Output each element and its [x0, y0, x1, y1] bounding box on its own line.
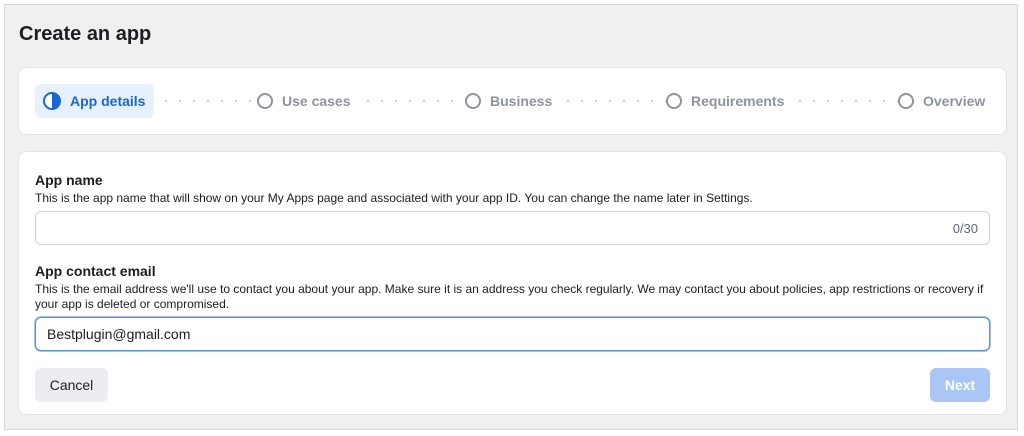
empty-circle-icon [465, 93, 481, 109]
empty-circle-icon [666, 93, 682, 109]
next-button[interactable]: Next [930, 368, 990, 402]
step-label: Requirements [691, 93, 785, 109]
half-filled-circle-icon [43, 92, 61, 110]
step-label: Use cases [282, 93, 351, 109]
contact-email-input[interactable]: Bestplugin@gmail.com [35, 317, 990, 351]
step-label: App details [70, 93, 146, 109]
step-label: Overview [923, 93, 986, 109]
step-use-cases[interactable]: Use cases [257, 84, 351, 118]
step-business[interactable]: Business [465, 84, 552, 118]
step-app-details[interactable]: App details [35, 84, 155, 118]
step-requirements[interactable]: Requirements [666, 84, 784, 118]
contact-email-label: App contact email [35, 263, 156, 279]
app-name-input[interactable]: 0/30 [35, 211, 990, 245]
app-name-help: This is the app name that will show on y… [35, 191, 753, 205]
app-details-form: App name This is the app name that will … [18, 151, 1007, 415]
step-label: Business [490, 93, 553, 109]
step-overview[interactable]: Overview [898, 84, 985, 118]
cancel-button[interactable]: Cancel [35, 368, 108, 402]
character-counter: 0/30 [952, 221, 978, 236]
empty-circle-icon [898, 93, 914, 109]
step-connector [793, 100, 899, 102]
contact-email-value: Bestplugin@gmail.com [47, 326, 191, 342]
stepper: App details Use cases Business Requireme… [18, 67, 1007, 135]
empty-circle-icon [257, 93, 273, 109]
page-title: Create an app [19, 23, 152, 45]
step-connector [361, 100, 467, 102]
contact-email-help: This is the email address we'll use to c… [35, 282, 984, 311]
app-name-label: App name [35, 172, 103, 188]
create-app-dialog: Create an app App details Use cases Busi… [4, 4, 1018, 430]
step-connector [159, 100, 259, 102]
step-connector [561, 100, 669, 102]
